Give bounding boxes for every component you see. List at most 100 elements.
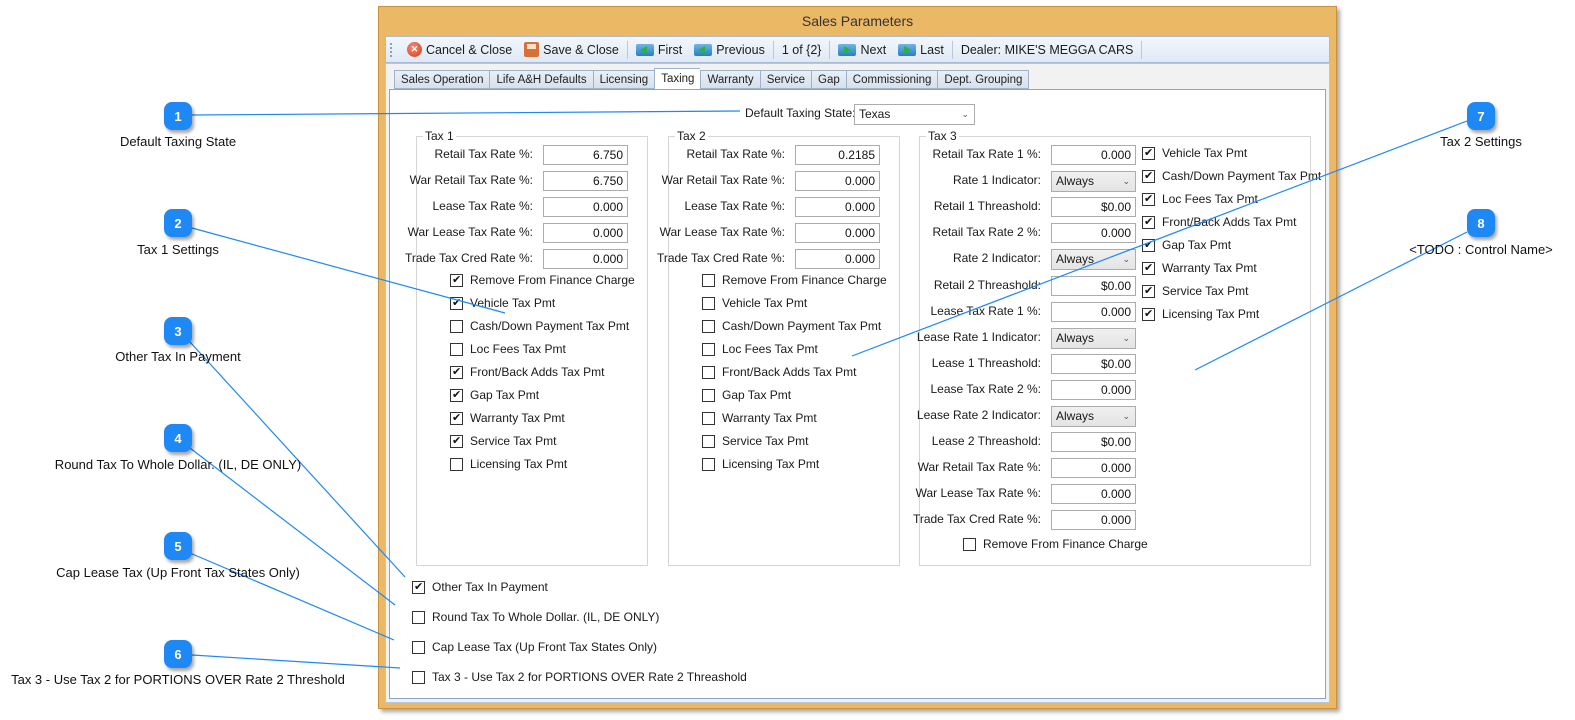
- tab-gap[interactable]: Gap: [811, 70, 846, 89]
- checkbox-box[interactable]: [1142, 238, 1155, 252]
- checkbox-box[interactable]: [702, 273, 715, 287]
- tax1-checkbox-licensing-tax-pmt[interactable]: Licensing Tax Pmt: [450, 457, 567, 471]
- tax3-indicator-select[interactable]: Always ⌄: [1051, 327, 1136, 349]
- option-checkbox-1[interactable]: Other Tax In Payment: [412, 580, 548, 594]
- tax3-field-input[interactable]: 0.000: [1051, 458, 1136, 479]
- tax2-checkbox-licensing-tax-pmt[interactable]: Licensing Tax Pmt: [702, 457, 819, 471]
- tax1-checkbox-front-back-adds-tax-pmt[interactable]: Front/Back Adds Tax Pmt: [450, 365, 605, 379]
- checkbox-box[interactable]: [1142, 284, 1155, 298]
- option-checkbox-2[interactable]: Round Tax To Whole Dollar. (IL, DE ONLY): [412, 610, 659, 624]
- checkbox-box[interactable]: [450, 411, 463, 425]
- tax3-checkbox-licensing-tax-pmt[interactable]: Licensing Tax Pmt: [1142, 307, 1259, 321]
- tax3-indicator-select[interactable]: Always ⌄: [1051, 406, 1136, 427]
- tax2-field-input[interactable]: 0.000: [795, 197, 880, 217]
- tax3-field-input[interactable]: 0.000: [1051, 301, 1136, 322]
- tax1-checkbox-vehicle-tax-pmt[interactable]: Vehicle Tax Pmt: [450, 296, 555, 310]
- checkbox-box[interactable]: [702, 388, 715, 402]
- tab-dept-grouping[interactable]: Dept. Grouping: [937, 70, 1030, 89]
- tax2-checkbox-service-tax-pmt[interactable]: Service Tax Pmt: [702, 434, 808, 448]
- checkbox-box[interactable]: [963, 537, 976, 551]
- option-checkbox-4[interactable]: Tax 3 - Use Tax 2 for PORTIONS OVER Rate…: [412, 670, 747, 684]
- next-record-button[interactable]: Next: [832, 39, 892, 61]
- checkbox-box[interactable]: [412, 580, 425, 594]
- checkbox-box[interactable]: [450, 296, 463, 310]
- checkbox-box[interactable]: [1142, 192, 1155, 206]
- previous-record-button[interactable]: Previous: [688, 39, 771, 61]
- tax2-field-input[interactable]: 0.000: [795, 249, 880, 269]
- checkbox-box[interactable]: [702, 411, 715, 425]
- tab-commissioning[interactable]: Commissioning: [845, 70, 938, 89]
- tax3-checkbox-cash-down-payment-tax-pmt[interactable]: Cash/Down Payment Tax Pmt: [1142, 169, 1321, 183]
- checkbox-box[interactable]: [1142, 146, 1155, 160]
- tax3-checkbox-gap-tax-pmt[interactable]: Gap Tax Pmt: [1142, 238, 1231, 252]
- checkbox-box[interactable]: [702, 365, 715, 379]
- cancel-close-button[interactable]: Cancel & Close: [401, 39, 518, 61]
- tax3-indicator-select[interactable]: Always ⌄: [1051, 171, 1136, 193]
- tax2-field-input[interactable]: 0.000: [795, 223, 880, 243]
- checkbox-box[interactable]: [702, 296, 715, 310]
- first-record-button[interactable]: First: [630, 39, 688, 61]
- save-close-button[interactable]: Save & Close: [518, 39, 625, 61]
- tax3-checkbox-vehicle-tax-pmt[interactable]: Vehicle Tax Pmt: [1142, 146, 1247, 160]
- checkbox-box[interactable]: [450, 342, 463, 356]
- tax2-checkbox-remove-from-finance-charge[interactable]: Remove From Finance Charge: [702, 273, 887, 287]
- tax1-checkbox-remove-from-finance-charge[interactable]: Remove From Finance Charge: [450, 273, 635, 287]
- tax1-checkbox-warranty-tax-pmt[interactable]: Warranty Tax Pmt: [450, 411, 565, 425]
- checkbox-box[interactable]: [412, 640, 425, 654]
- tax1-checkbox-gap-tax-pmt[interactable]: Gap Tax Pmt: [450, 388, 539, 402]
- tax3-field-input[interactable]: $0.00: [1051, 275, 1136, 296]
- default-state-select[interactable]: Texas ⌄: [854, 104, 975, 125]
- tax3-checkbox-service-tax-pmt[interactable]: Service Tax Pmt: [1142, 284, 1248, 298]
- checkbox-box[interactable]: [702, 319, 715, 333]
- checkbox-box[interactable]: [450, 319, 463, 333]
- tab-licensing[interactable]: Licensing: [592, 70, 655, 89]
- checkbox-box[interactable]: [702, 457, 715, 471]
- tax1-checkbox-loc-fees-tax-pmt[interactable]: Loc Fees Tax Pmt: [450, 342, 566, 356]
- tax1-checkbox-service-tax-pmt[interactable]: Service Tax Pmt: [450, 434, 556, 448]
- tax2-checkbox-vehicle-tax-pmt[interactable]: Vehicle Tax Pmt: [702, 296, 807, 310]
- tax1-field-input[interactable]: 6.750: [543, 145, 628, 165]
- checkbox-box[interactable]: [1142, 215, 1155, 229]
- option-checkbox-3[interactable]: Cap Lease Tax (Up Front Tax States Only): [412, 640, 657, 654]
- checkbox-box[interactable]: [450, 388, 463, 402]
- tab-sales-operation[interactable]: Sales Operation: [394, 70, 490, 89]
- last-record-button[interactable]: Last: [892, 39, 950, 61]
- tax1-field-input[interactable]: 6.750: [543, 171, 628, 191]
- checkbox-box[interactable]: [450, 434, 463, 448]
- checkbox-box[interactable]: [450, 457, 463, 471]
- tax1-field-input[interactable]: 0.000: [543, 249, 628, 269]
- tab-life-a-h-defaults[interactable]: Life A&H Defaults: [489, 70, 593, 89]
- checkbox-box[interactable]: [702, 434, 715, 448]
- checkbox-box[interactable]: [450, 365, 463, 379]
- tax3-field-input[interactable]: 0.000: [1051, 484, 1136, 505]
- tax3-checkbox-front-back-adds-tax-pmt[interactable]: Front/Back Adds Tax Pmt: [1142, 215, 1297, 229]
- tax3-field-input[interactable]: 0.000: [1051, 145, 1136, 165]
- tax1-field-input[interactable]: 0.000: [543, 223, 628, 243]
- tab-taxing[interactable]: Taxing: [654, 68, 701, 90]
- checkbox-box[interactable]: [702, 342, 715, 356]
- tax2-checkbox-warranty-tax-pmt[interactable]: Warranty Tax Pmt: [702, 411, 817, 425]
- checkbox-box[interactable]: [412, 610, 425, 624]
- tax2-checkbox-loc-fees-tax-pmt[interactable]: Loc Fees Tax Pmt: [702, 342, 818, 356]
- checkbox-box[interactable]: [1142, 307, 1155, 321]
- checkbox-box[interactable]: [1142, 261, 1155, 275]
- tax3-field-input[interactable]: $0.00: [1051, 197, 1136, 218]
- tax3-field-input[interactable]: 0.000: [1051, 510, 1136, 531]
- tax2-field-input[interactable]: 0.000: [795, 171, 880, 191]
- tax3-field-input[interactable]: $0.00: [1051, 353, 1136, 374]
- toolbar-grip[interactable]: [390, 42, 393, 57]
- tax1-checkbox-cash-down-payment-tax-pmt[interactable]: Cash/Down Payment Tax Pmt: [450, 319, 629, 333]
- tax3-indicator-select[interactable]: Always ⌄: [1051, 249, 1136, 271]
- checkbox-box[interactable]: [412, 670, 425, 684]
- tax3-checkbox-loc-fees-tax-pmt[interactable]: Loc Fees Tax Pmt: [1142, 192, 1258, 206]
- tax3-field-input[interactable]: 0.000: [1051, 379, 1136, 400]
- tax1-field-input[interactable]: 0.000: [543, 197, 628, 217]
- tax3-field-input[interactable]: $0.00: [1051, 432, 1136, 453]
- tax2-field-input[interactable]: 0.2185: [795, 145, 880, 165]
- tax2-checkbox-gap-tax-pmt[interactable]: Gap Tax Pmt: [702, 388, 791, 402]
- tax2-checkbox-front-back-adds-tax-pmt[interactable]: Front/Back Adds Tax Pmt: [702, 365, 857, 379]
- tax2-checkbox-cash-down-payment-tax-pmt[interactable]: Cash/Down Payment Tax Pmt: [702, 319, 881, 333]
- checkbox-box[interactable]: [450, 273, 463, 287]
- tab-warranty[interactable]: Warranty: [700, 70, 760, 89]
- checkbox-box[interactable]: [1142, 169, 1155, 183]
